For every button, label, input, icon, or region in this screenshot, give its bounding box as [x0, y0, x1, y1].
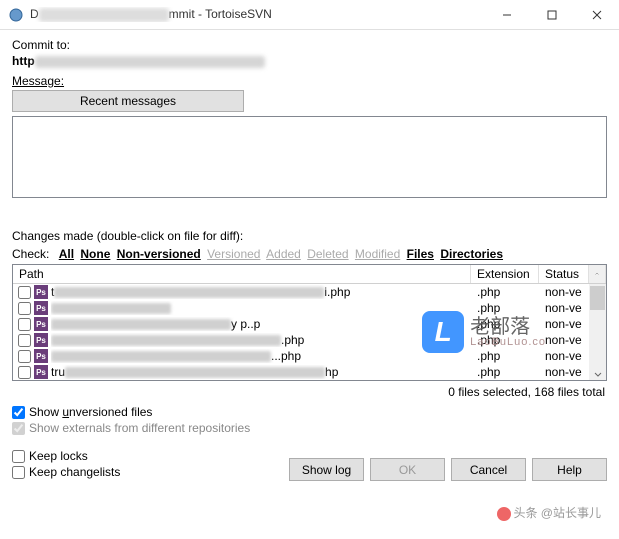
message-label: Message: [12, 74, 607, 88]
row-checkbox[interactable] [18, 286, 31, 299]
file-icon: Ps [34, 301, 48, 315]
row-checkbox[interactable] [18, 366, 31, 379]
check-filter-row: Check: All None Non-versioned Versioned … [12, 247, 607, 261]
filter-all[interactable]: All [59, 247, 74, 261]
file-status: non-ve [539, 349, 589, 363]
file-icon: Ps [34, 285, 48, 299]
maximize-button[interactable] [529, 0, 574, 30]
table-row[interactable]: Ps .phpnon-ve [13, 300, 606, 316]
file-icon: Ps [34, 349, 48, 363]
changes-label: Changes made (double-click on file for d… [12, 229, 607, 243]
file-status: non-ve [539, 365, 589, 379]
commit-to-label: Commit to: [12, 38, 607, 52]
close-button[interactable] [574, 0, 619, 30]
show-log-button[interactable]: Show log [289, 458, 364, 481]
show-externals-checkbox: Show externals from different repositori… [12, 421, 607, 435]
table-row[interactable]: Pstruhp.phpnon-ve [13, 364, 606, 380]
row-checkbox[interactable] [18, 302, 31, 315]
row-checkbox[interactable] [18, 334, 31, 347]
commit-url: http [12, 54, 607, 68]
col-path[interactable]: Path [13, 265, 471, 283]
file-path [51, 301, 471, 315]
file-ext: .php [471, 349, 539, 363]
file-status: non-ve [539, 285, 589, 299]
filter-directories[interactable]: Directories [440, 247, 503, 261]
file-path: truhp [51, 365, 471, 379]
file-status: non-ve [539, 301, 589, 315]
file-ext: .php [471, 301, 539, 315]
file-status: non-ve [539, 317, 589, 331]
file-path: y p..p [51, 317, 471, 331]
file-status: non-ve [539, 333, 589, 347]
window-title: Dmmit - TortoiseSVN [30, 7, 484, 22]
filter-versioned[interactable]: Versioned [207, 247, 260, 261]
file-ext: .php [471, 365, 539, 379]
col-status[interactable]: Status [539, 265, 589, 283]
filter-modified[interactable]: Modified [355, 247, 400, 261]
file-ext: .php [471, 333, 539, 347]
file-path: ...php [51, 349, 471, 363]
file-icon: Ps [34, 365, 48, 379]
scrollbar[interactable] [589, 284, 606, 380]
file-path: .php [51, 333, 471, 347]
app-icon [8, 7, 24, 23]
file-list: Path Extension Status Psti.php.phpnon-ve… [12, 264, 607, 381]
row-checkbox[interactable] [18, 350, 31, 363]
filter-files[interactable]: Files [407, 247, 434, 261]
table-row[interactable]: Psy p..p.phpnon-ve [13, 316, 606, 332]
file-path: ti.php [51, 285, 471, 299]
table-row[interactable]: Psti.php.phpnon-ve [13, 284, 606, 300]
table-row[interactable]: Ps...php.phpnon-ve [13, 348, 606, 364]
cancel-button[interactable]: Cancel [451, 458, 526, 481]
help-button[interactable]: Help [532, 458, 607, 481]
file-icon: Ps [34, 333, 48, 347]
col-extension[interactable]: Extension [471, 265, 539, 283]
filter-added[interactable]: Added [266, 247, 301, 261]
filter-none[interactable]: None [80, 247, 110, 261]
keep-locks-checkbox[interactable]: Keep locks [12, 449, 283, 463]
selection-status: 0 files selected, 168 files total [12, 381, 607, 405]
show-unversioned-checkbox[interactable]: Show unversioned files [12, 405, 607, 419]
scroll-up-icon[interactable] [589, 265, 606, 283]
filter-nonversioned[interactable]: Non-versioned [117, 247, 201, 261]
ok-button[interactable]: OK [370, 458, 445, 481]
table-row[interactable]: Ps.php.phpnon-ve [13, 332, 606, 348]
keep-changelists-checkbox[interactable]: Keep changelists [12, 465, 283, 479]
minimize-button[interactable] [484, 0, 529, 30]
footer-watermark: 头条 @站长事儿 [497, 504, 601, 521]
file-ext: .php [471, 317, 539, 331]
file-icon: Ps [34, 317, 48, 331]
commit-message-input[interactable] [12, 116, 607, 198]
filter-deleted[interactable]: Deleted [307, 247, 348, 261]
recent-messages-button[interactable]: Recent messages [12, 90, 244, 112]
row-checkbox[interactable] [18, 318, 31, 331]
file-ext: .php [471, 285, 539, 299]
